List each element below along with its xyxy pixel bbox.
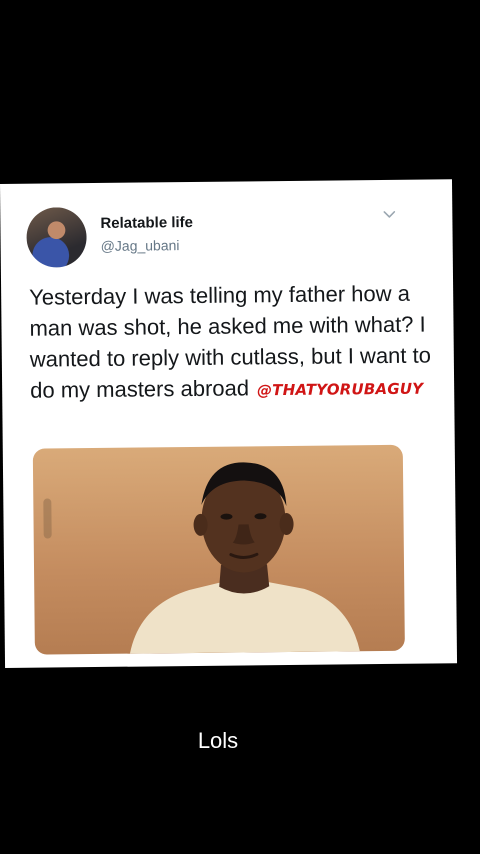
chevron-down-icon[interactable] (382, 208, 396, 222)
avatar[interactable] (26, 207, 87, 268)
caption-text: Lols (197, 728, 239, 753)
photo-person (129, 462, 360, 654)
screen: Relatable life @Jag_ubani Yesterday I wa… (0, 0, 480, 854)
watermark-text: @THATYORUBAGUY (256, 379, 424, 400)
tweet-card[interactable]: Relatable life @Jag_ubani Yesterday I wa… (0, 179, 458, 668)
tweet-text: Yesterday I was telling my father how a … (29, 277, 435, 408)
user-handle[interactable]: @Jag_ubani (101, 237, 180, 254)
tweet-photo[interactable] (32, 444, 405, 655)
display-name[interactable]: Relatable life (100, 214, 193, 232)
photo-wall-stain (43, 498, 52, 539)
